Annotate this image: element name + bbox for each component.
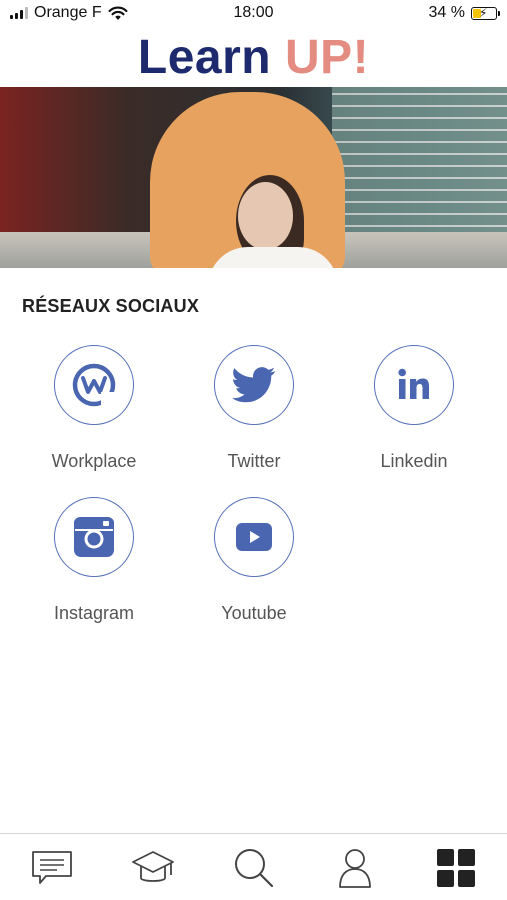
social-label: Workplace <box>51 451 137 471</box>
charging-icon: ⚡ <box>479 5 488 20</box>
youtube-icon <box>236 523 272 551</box>
app-title-up: UP! <box>284 31 370 84</box>
profile-icon <box>339 849 371 888</box>
social-youtube-button[interactable]: Youtube <box>174 497 334 624</box>
social-icon-circle <box>214 345 294 425</box>
social-linkedin-button[interactable]: Linkedin <box>334 345 494 472</box>
social-icon-circle <box>374 345 454 425</box>
social-workplace-button[interactable]: Workplace <box>14 345 174 472</box>
nav-courses-button[interactable] <box>129 846 177 890</box>
app-title: Learn UP! <box>0 30 507 86</box>
social-icon-circle <box>54 345 134 425</box>
app-title-learn: Learn <box>137 31 272 84</box>
social-label: Youtube <box>221 603 287 623</box>
social-icon-circle <box>214 497 294 577</box>
twitter-icon <box>232 367 276 403</box>
social-label: Instagram <box>53 603 135 623</box>
status-bar: Orange F 18:00 34 % ⚡ <box>0 0 507 28</box>
messages-icon <box>32 851 72 884</box>
bottom-nav <box>0 833 507 900</box>
battery-percent: 34 % <box>428 4 465 21</box>
hero-person-head <box>238 182 293 250</box>
linkedin-icon <box>398 368 429 399</box>
hero-shelf <box>332 87 507 237</box>
section-title: RÉSEAUX SOCIAUX <box>22 296 200 316</box>
graduation-cap-icon <box>132 851 174 882</box>
hero-banner-image <box>0 87 507 268</box>
social-instagram-button[interactable]: Instagram <box>14 497 174 624</box>
social-icon-circle <box>54 497 134 577</box>
nav-messages-button[interactable] <box>28 846 76 890</box>
nav-profile-button[interactable] <box>331 846 379 890</box>
social-twitter-button[interactable]: Twitter <box>174 345 334 472</box>
nav-search-button[interactable] <box>230 846 278 890</box>
nav-apps-button[interactable] <box>432 846 480 890</box>
battery-icon: ⚡ <box>471 5 500 20</box>
apps-grid-icon <box>437 849 475 887</box>
workplace-icon <box>72 363 116 407</box>
social-label: Linkedin <box>380 451 448 471</box>
search-icon <box>235 849 274 888</box>
status-right: 34 % ⚡ <box>428 4 500 22</box>
instagram-icon <box>74 517 114 557</box>
social-label: Twitter <box>227 451 281 471</box>
